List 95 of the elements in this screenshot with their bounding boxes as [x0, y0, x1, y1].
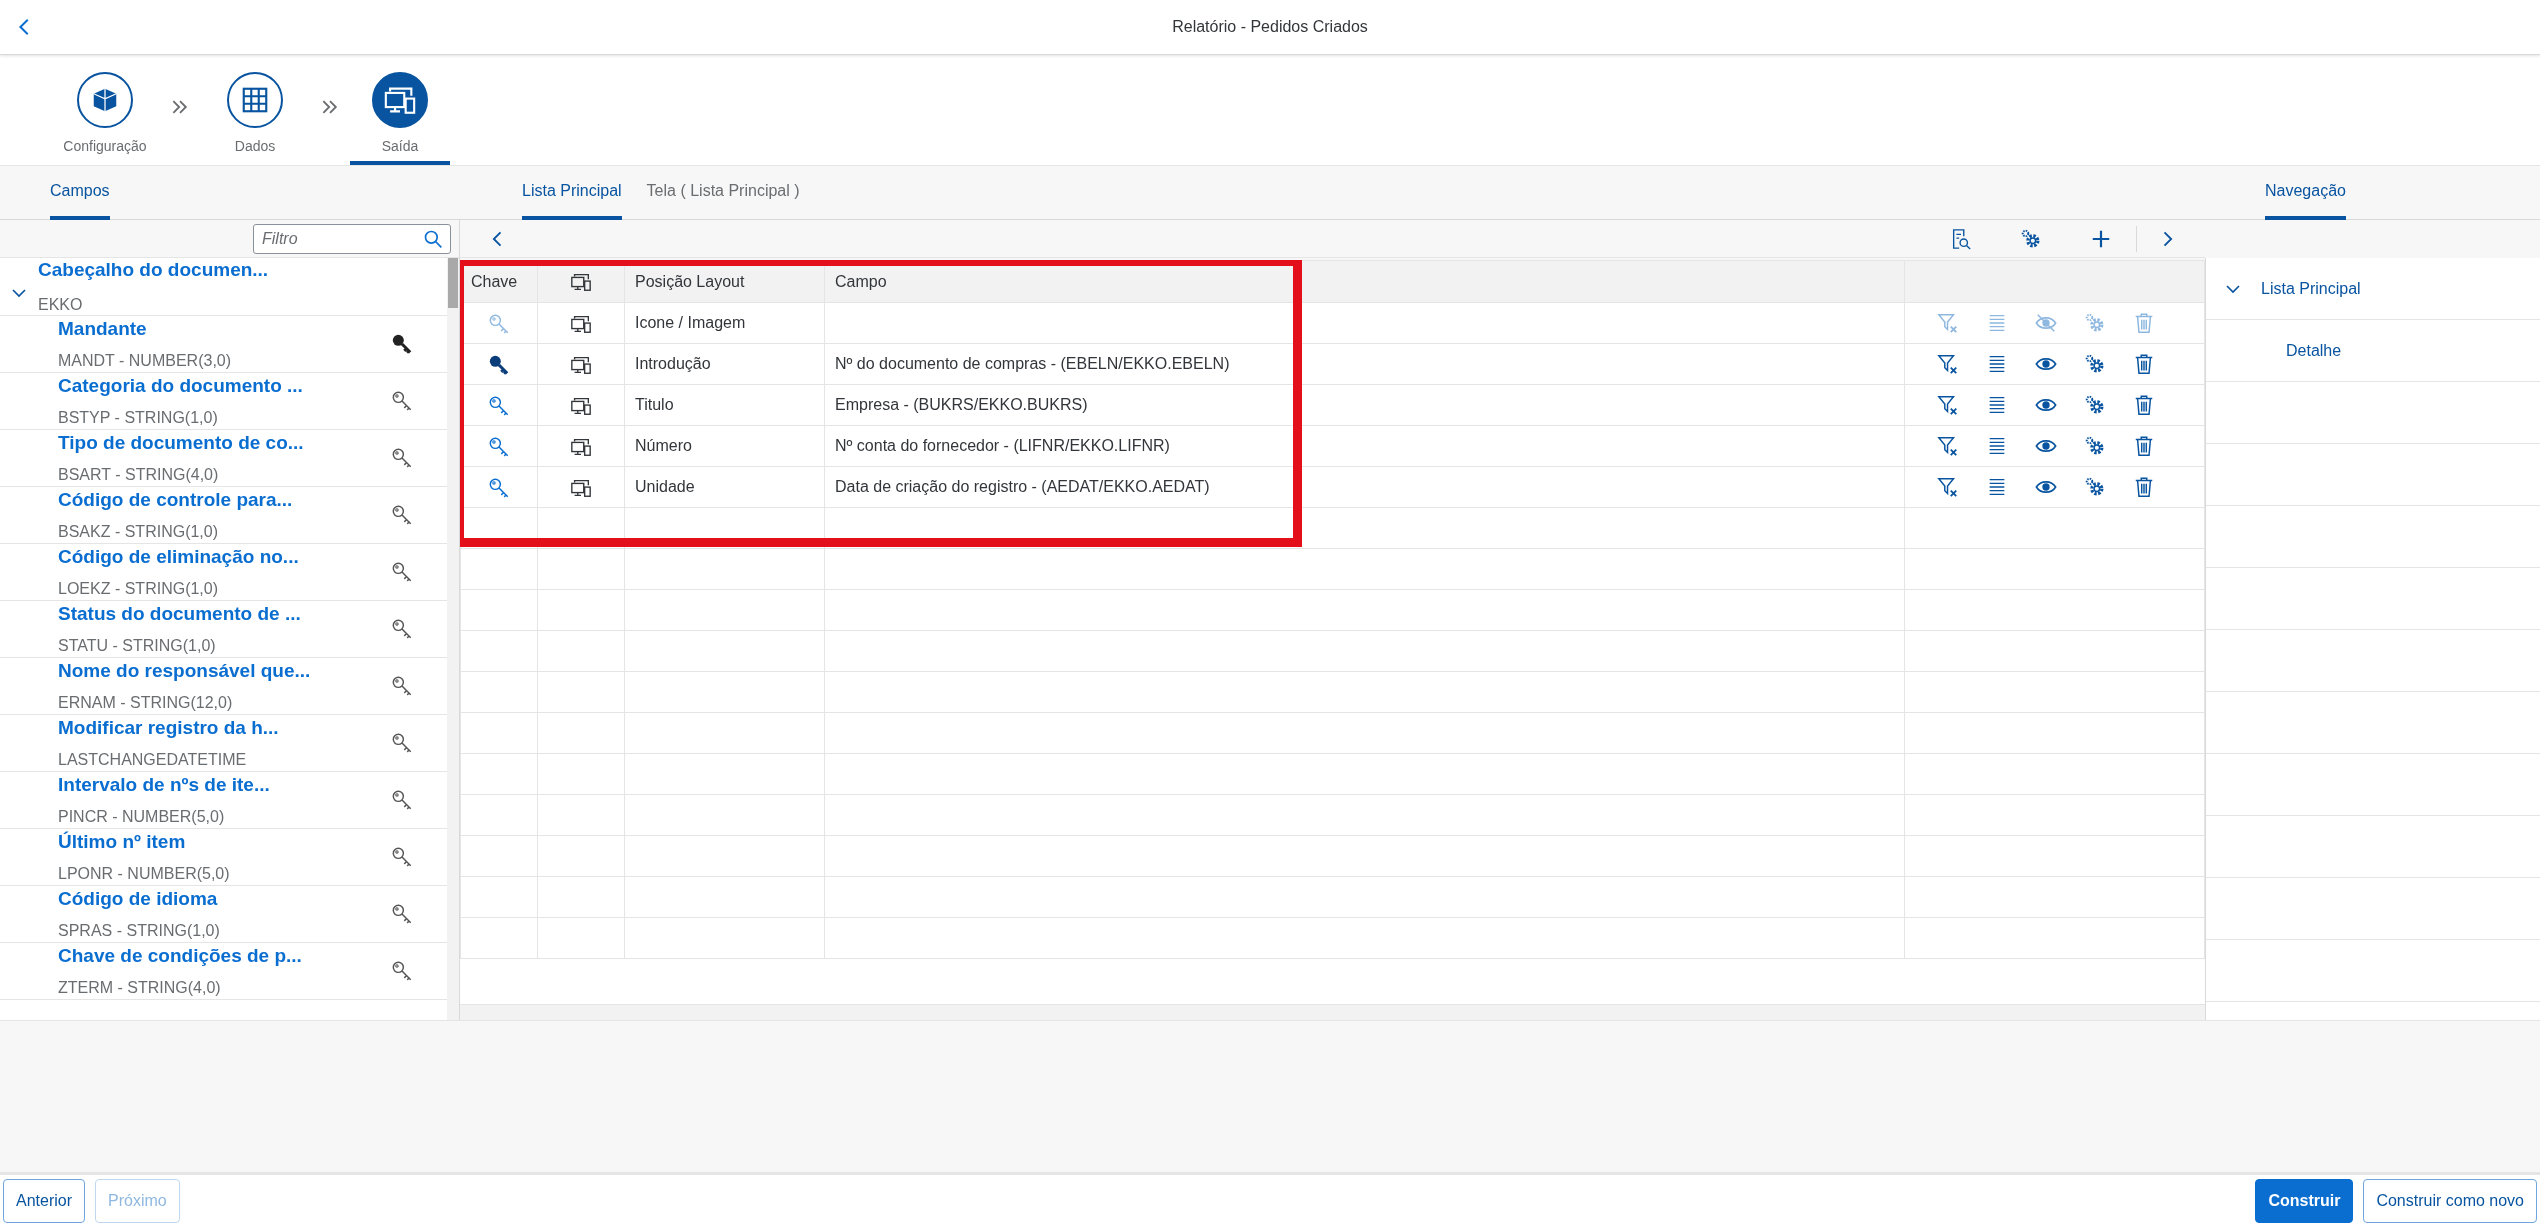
trash-icon — [2133, 476, 2155, 498]
key-icon[interactable] — [391, 675, 413, 697]
key-icon[interactable] — [391, 561, 413, 583]
settings-button[interactable] — [2084, 353, 2106, 375]
delete-button[interactable] — [2133, 353, 2155, 375]
filter-clear-button[interactable] — [1937, 353, 1959, 375]
delete-button[interactable] — [2133, 435, 2155, 457]
field-name[interactable]: Código de controle para... — [58, 485, 391, 515]
field-type: STATU - STRING(1,0) — [58, 636, 217, 657]
footer-button[interactable]: Anterior — [3, 1179, 86, 1223]
field-name[interactable]: Intervalo de nºs de ite... — [58, 770, 391, 800]
document-search-icon — [1950, 227, 1972, 250]
key-icon[interactable] — [488, 353, 510, 376]
field-name[interactable]: Código de eliminação no... — [58, 542, 391, 572]
filter-field[interactable]: Filtro — [253, 223, 451, 254]
field-name[interactable]: Nome do responsável que... — [58, 656, 391, 686]
settings-button[interactable] — [2084, 394, 2106, 416]
tab[interactable]: Navegação — [2265, 166, 2346, 220]
filter-x-icon — [1937, 312, 1959, 334]
table-cell: Titulo — [624, 384, 825, 426]
trash-icon — [2133, 394, 2155, 416]
gears-icon — [2084, 312, 2106, 334]
key-icon[interactable] — [391, 390, 413, 412]
field-type: SPRAS - STRING(1,0) — [58, 921, 221, 942]
field-name[interactable]: Mandante — [58, 314, 391, 344]
trash-icon — [2133, 435, 2155, 457]
footer-button[interactable]: Construir como novo — [2363, 1179, 2537, 1223]
table-cell: Data de criação do registro - (AEDAT/EKKO.AEDAT) — [824, 466, 1905, 508]
table-cell: Nº do documento de compras - (EBELN/EKKO.EBELN) — [824, 343, 1905, 385]
field-name[interactable]: Chave de condições de p... — [58, 941, 391, 971]
field-type: LASTCHANGEDATETIME — [58, 750, 248, 771]
key-icon[interactable] — [391, 732, 413, 754]
table-cell: Introdução — [624, 343, 825, 385]
filter-x-icon — [1937, 435, 1959, 457]
filter-x-icon — [1937, 476, 1959, 498]
field-name[interactable]: Categoria do documento ... — [58, 371, 391, 401]
filter-clear-button[interactable] — [1937, 435, 1959, 457]
eye-slash-icon — [2035, 312, 2057, 334]
field-name[interactable]: Tipo de documento de co... — [58, 428, 391, 458]
gears-icon — [2084, 394, 2106, 416]
settings-button[interactable] — [2084, 476, 2106, 498]
field-type: LOEKZ - STRING(1,0) — [58, 579, 220, 600]
field-type: MANDT - NUMBER(3,0) — [58, 351, 233, 372]
trash-icon — [2133, 353, 2155, 375]
trash-icon — [2133, 312, 2155, 334]
search-icon — [423, 228, 443, 249]
key-icon[interactable] — [391, 789, 413, 811]
filter-x-icon — [1937, 353, 1959, 375]
step-tab[interactable]: Configuração — [40, 55, 170, 165]
field-type: ZTERM - STRING(4,0) — [58, 978, 222, 999]
table-cell: Número — [624, 425, 825, 467]
gears-icon — [2084, 353, 2106, 375]
gears-icon — [2020, 227, 2042, 250]
table-cell: Nº conta do fornecedor - (LIFNR/EKKO.LIFNR) — [824, 425, 1905, 467]
tree-node-label[interactable]: Cabeçalho do documen... — [38, 258, 269, 285]
key-icon[interactable] — [391, 960, 413, 982]
table-cell: Empresa - (BUKRS/EKKO.BUKRS) — [824, 384, 1905, 426]
scrollbar[interactable] — [447, 258, 459, 1020]
field-name[interactable]: Último nº item — [58, 827, 391, 857]
field-type: BSAKZ - STRING(1,0) — [58, 522, 220, 543]
table-cell: Icone / Imagem — [624, 302, 825, 344]
column-header: Campo — [824, 260, 1905, 303]
nav-item[interactable]: Lista Principal — [2261, 276, 2361, 301]
key-icon[interactable] — [391, 618, 413, 640]
footer-button[interactable]: Construir — [2255, 1179, 2354, 1223]
filter-x-icon — [1937, 394, 1959, 416]
table-cell: Unidade — [624, 466, 825, 508]
nav-item[interactable]: Detalhe — [2286, 338, 2342, 363]
table-grid-icon — [240, 85, 270, 115]
filter-clear-button[interactable] — [1937, 476, 1959, 498]
table-name: EKKO — [38, 294, 84, 315]
gears-icon — [2084, 435, 2106, 457]
settings-button[interactable] — [2084, 435, 2106, 457]
field-type: BSTYP - STRING(1,0) — [58, 408, 219, 429]
field-type: ERNAM - STRING(12,0) — [58, 693, 234, 714]
step-tab[interactable]: Dados — [190, 55, 320, 165]
field-name[interactable]: Status do documento de ... — [58, 599, 391, 629]
field-type: PINCR - NUMBER(5,0) — [58, 807, 226, 828]
key-icon[interactable] — [391, 903, 413, 925]
filter-clear-button[interactable] — [1937, 394, 1959, 416]
delete-button[interactable] — [2133, 394, 2155, 416]
delete-button[interactable] — [2133, 476, 2155, 498]
field-name[interactable]: Código de idioma — [58, 884, 391, 914]
gears-icon — [2084, 476, 2106, 498]
field-name[interactable]: Modificar registro da h... — [58, 713, 391, 743]
tab[interactable]: Tela ( Lista Principal ) — [646, 166, 800, 220]
field-type: LPONR - NUMBER(5,0) — [58, 864, 231, 885]
key-icon[interactable] — [391, 447, 413, 469]
key-icon[interactable] — [391, 333, 413, 355]
devices-icon — [570, 271, 592, 294]
field-type: BSART - STRING(4,0) — [58, 465, 220, 486]
scrollbar[interactable] — [460, 1004, 2205, 1020]
key-icon[interactable] — [391, 846, 413, 868]
page-title: Relatório - Pedidos Criados — [1171, 17, 1369, 37]
key-icon[interactable] — [391, 504, 413, 526]
